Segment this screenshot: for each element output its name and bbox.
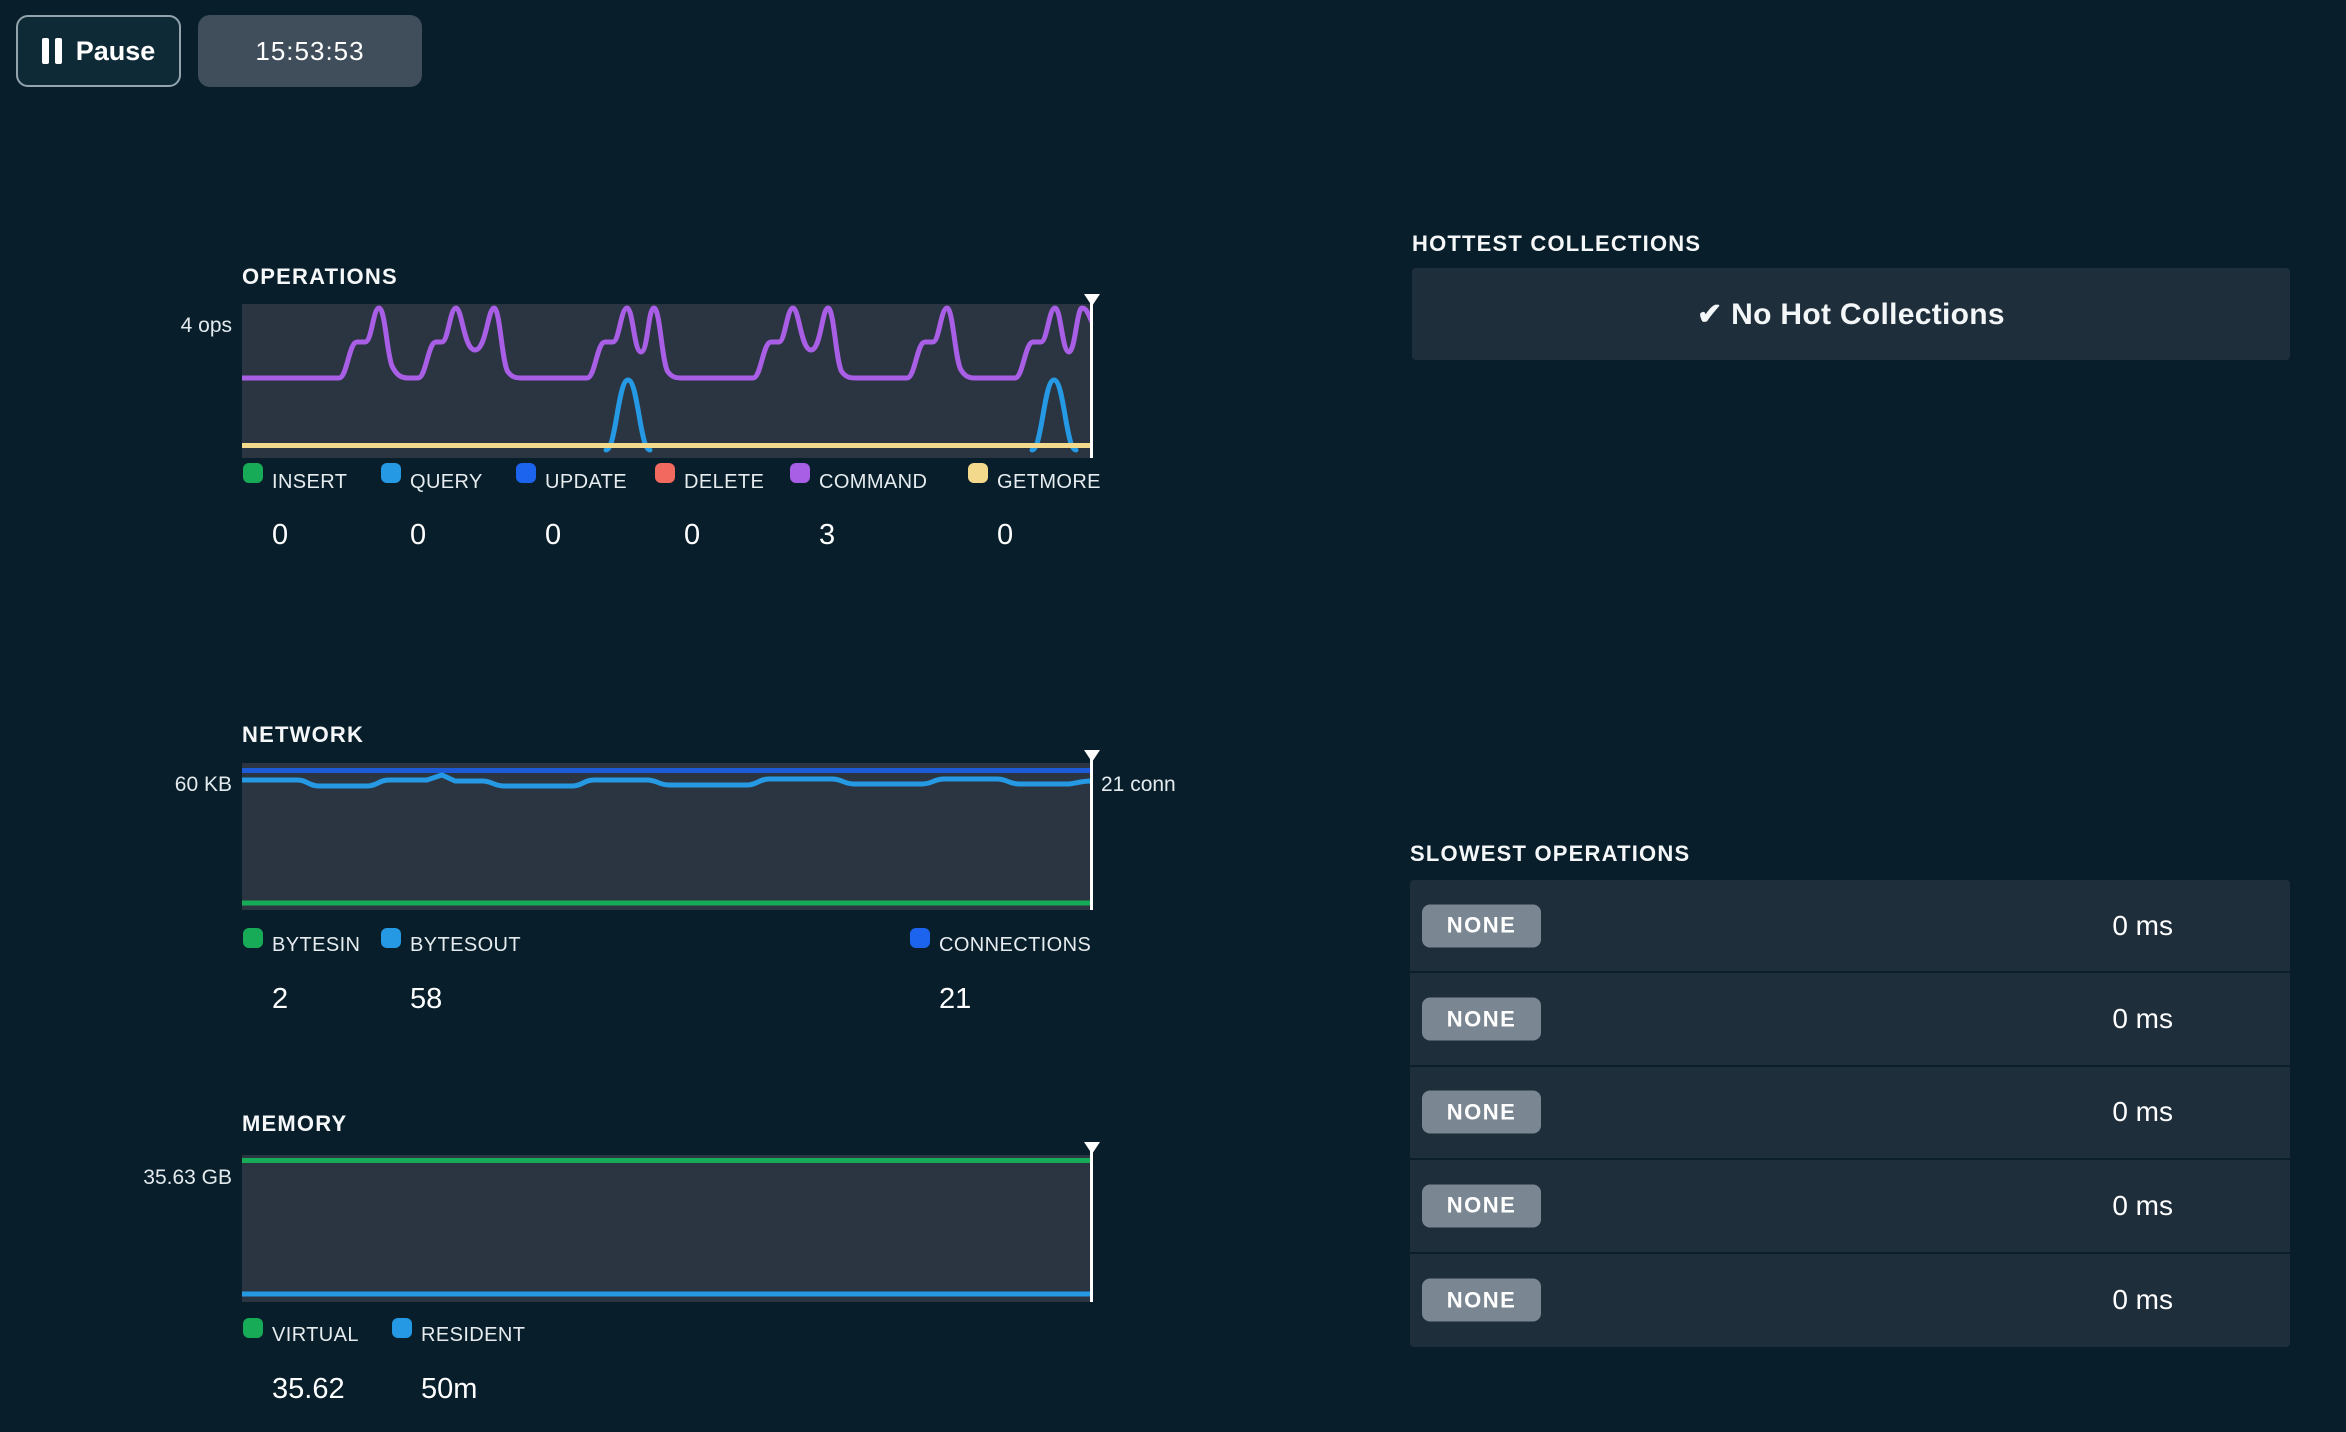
operations-y-axis-label: 4 ops xyxy=(60,313,232,339)
virtual-label: VIRTUAL xyxy=(272,1323,359,1347)
operation-none-badge: NONE xyxy=(1422,1091,1541,1134)
network-title: NETWORK xyxy=(242,722,364,748)
getmore-label: GETMORE xyxy=(997,470,1101,494)
operation-none-badge: NONE xyxy=(1422,998,1541,1041)
connections-swatch-icon xyxy=(910,928,930,948)
update-value: 0 xyxy=(545,519,561,551)
resident-label: RESIDENT xyxy=(421,1323,525,1347)
virtual-swatch-icon xyxy=(243,1318,263,1338)
slowest-operation-row: NONE 0 ms xyxy=(1410,1160,2290,1253)
resident-value: 50m xyxy=(421,1373,477,1405)
bytesin-value: 2 xyxy=(272,983,288,1015)
network-y-axis-label: 60 KB xyxy=(60,772,232,798)
operations-chart-lines xyxy=(242,304,1092,458)
connections-label: CONNECTIONS xyxy=(939,933,1091,957)
pause-button-label: Pause xyxy=(76,36,156,67)
network-chart xyxy=(242,763,1092,910)
memory-chart xyxy=(242,1155,1092,1302)
network-right-axis-label: 21 conn xyxy=(1101,772,1176,798)
query-label: QUERY xyxy=(410,470,483,494)
getmore-value: 0 xyxy=(997,519,1013,551)
slowest-operation-row: NONE 0 ms xyxy=(1410,880,2290,973)
virtual-value: 35.62 xyxy=(272,1373,345,1405)
operations-time-cursor-arrow xyxy=(1084,294,1100,306)
operation-none-badge: NONE xyxy=(1422,904,1541,947)
slowest-operation-row: NONE 0 ms xyxy=(1410,973,2290,1066)
clock-time: 15:53:53 xyxy=(255,36,364,67)
no-hot-collections-message: ✔ No Hot Collections xyxy=(1412,268,2290,360)
operation-duration: 0 ms xyxy=(2112,1284,2173,1316)
memory-title: MEMORY xyxy=(242,1111,347,1137)
delete-value: 0 xyxy=(684,519,700,551)
bytesout-label: BYTESOUT xyxy=(410,933,521,957)
slowest-operations-title: SLOWEST OPERATIONS xyxy=(1410,841,1690,867)
resident-swatch-icon xyxy=(392,1318,412,1338)
command-value: 3 xyxy=(819,519,835,551)
operation-duration: 0 ms xyxy=(2112,1096,2173,1128)
bytesin-swatch-icon xyxy=(243,928,263,948)
clock-display: 15:53:53 xyxy=(198,15,422,87)
operation-duration: 0 ms xyxy=(2112,1190,2173,1222)
bytesout-swatch-icon xyxy=(381,928,401,948)
update-swatch-icon xyxy=(516,463,536,483)
operation-duration: 0 ms xyxy=(2112,910,2173,942)
pause-button[interactable]: Pause xyxy=(16,15,181,87)
delete-swatch-icon xyxy=(655,463,675,483)
insert-swatch-icon xyxy=(243,463,263,483)
query-value: 0 xyxy=(410,519,426,551)
operations-title: OPERATIONS xyxy=(242,264,398,290)
network-chart-lines xyxy=(242,763,1092,910)
insert-label: INSERT xyxy=(272,470,347,494)
memory-time-cursor-arrow xyxy=(1084,1142,1100,1154)
delete-label: DELETE xyxy=(684,470,764,494)
operations-chart xyxy=(242,304,1092,458)
hottest-collections-title: HOTTEST COLLECTIONS xyxy=(1412,231,1701,257)
getmore-swatch-icon xyxy=(968,463,988,483)
insert-value: 0 xyxy=(272,519,288,551)
operation-none-badge: NONE xyxy=(1422,1184,1541,1227)
connections-value: 21 xyxy=(939,983,971,1015)
network-time-cursor-arrow xyxy=(1084,750,1100,762)
operation-duration: 0 ms xyxy=(2112,1003,2173,1035)
bytesin-label: BYTESIN xyxy=(272,933,360,957)
query-swatch-icon xyxy=(381,463,401,483)
hottest-collections-panel: ✔ No Hot Collections xyxy=(1412,268,2290,360)
slowest-operation-row: NONE 0 ms xyxy=(1410,1067,2290,1160)
bytesout-value: 58 xyxy=(410,983,442,1015)
slowest-operation-row: NONE 0 ms xyxy=(1410,1254,2290,1347)
pause-icon xyxy=(42,38,62,64)
memory-y-axis-label: 35.63 GB xyxy=(60,1165,232,1191)
memory-chart-lines xyxy=(242,1155,1092,1302)
operations-time-cursor xyxy=(1090,300,1093,458)
network-time-cursor xyxy=(1090,756,1093,910)
slowest-operations-panel: NONE 0 ms NONE 0 ms NONE 0 ms NONE 0 ms … xyxy=(1410,880,2290,1347)
operation-none-badge: NONE xyxy=(1422,1279,1541,1322)
memory-time-cursor xyxy=(1090,1148,1093,1302)
update-label: UPDATE xyxy=(545,470,627,494)
command-swatch-icon xyxy=(790,463,810,483)
command-label: COMMAND xyxy=(819,470,927,494)
